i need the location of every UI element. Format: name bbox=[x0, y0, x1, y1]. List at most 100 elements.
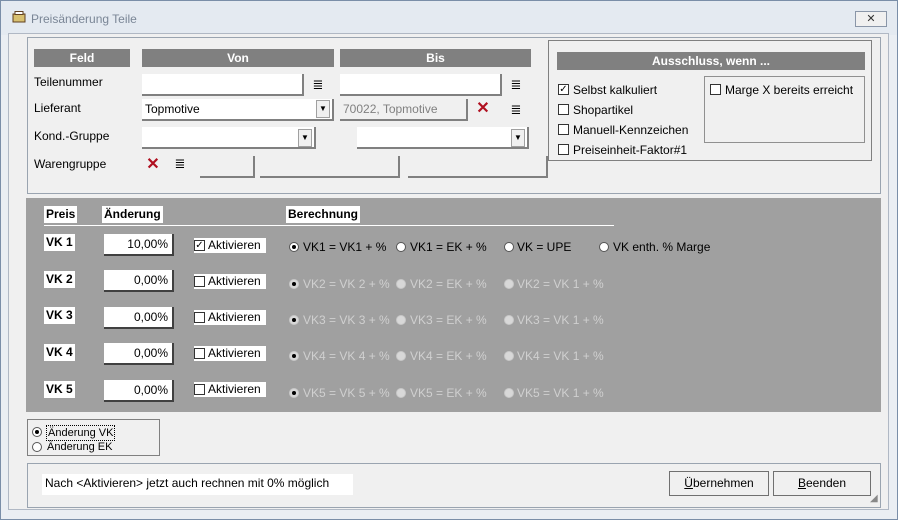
list-icon[interactable]: ≣ bbox=[174, 157, 186, 170]
list-icon[interactable]: ≣ bbox=[510, 78, 522, 91]
warengruppe-field-1[interactable] bbox=[200, 156, 255, 178]
teilenummer-label: Teilenummer bbox=[34, 75, 103, 89]
vk1-opt4-radio[interactable] bbox=[599, 242, 609, 252]
vk3-activate-checkbox[interactable] bbox=[194, 312, 205, 323]
vk5-activate[interactable]: Aktivieren bbox=[194, 382, 266, 397]
chevron-down-icon[interactable]: ▼ bbox=[316, 100, 330, 118]
vk4-activate-checkbox[interactable] bbox=[194, 348, 205, 359]
teilenummer-bis-input[interactable] bbox=[340, 74, 502, 96]
uebernehmen-mnemonic: Ü bbox=[684, 476, 693, 490]
header-von: Von bbox=[142, 49, 334, 67]
vk3-percent-input[interactable]: 0,00% bbox=[104, 307, 174, 329]
vk2-opt3-radio[interactable] bbox=[504, 279, 514, 289]
vk2-opt1-label: VK2 = VK 2 + % bbox=[303, 277, 390, 291]
vk1-opt2-radio[interactable] bbox=[396, 242, 406, 252]
lieferant-bis-input[interactable]: 70022, Topmotive bbox=[340, 99, 468, 121]
vk4-activate[interactable]: Aktivieren bbox=[194, 346, 266, 361]
beenden-button[interactable]: Beenden bbox=[773, 471, 871, 496]
header-separator bbox=[44, 225, 614, 226]
vk5-activate-checkbox[interactable] bbox=[194, 384, 205, 395]
mode-ek-label: Änderung EK bbox=[47, 441, 113, 453]
warengruppe-field-2[interactable] bbox=[260, 156, 400, 178]
vk3-opt3-radio[interactable] bbox=[504, 315, 514, 325]
warengruppe-label: Warengruppe bbox=[34, 157, 107, 171]
selbst-kalkuliert-checkbox[interactable]: ✓ bbox=[558, 84, 569, 95]
vk2-percent-input[interactable]: 0,00% bbox=[104, 270, 174, 292]
vk2-activate-checkbox[interactable] bbox=[194, 276, 205, 287]
vk4-opt1-label: VK4 = VK 4 + % bbox=[303, 349, 390, 363]
lieferant-von-value: Topmotive bbox=[145, 102, 200, 116]
list-icon[interactable]: ≣ bbox=[312, 78, 324, 91]
vk3-opt1-radio[interactable] bbox=[289, 315, 299, 325]
vk1-percent-input[interactable]: 10,00% bbox=[104, 234, 174, 256]
vk3-activate[interactable]: Aktivieren bbox=[194, 310, 266, 325]
vk4-activate-label: Aktivieren bbox=[208, 346, 261, 360]
warengruppe-field-3[interactable] bbox=[408, 156, 548, 178]
vk3-opt3-label: VK3 = VK 1 + % bbox=[517, 313, 604, 327]
col-preis-header: Preis bbox=[44, 206, 78, 223]
lieferant-von-combo[interactable]: Topmotive bbox=[142, 99, 334, 121]
kond-bis-combo[interactable] bbox=[357, 127, 529, 149]
vk3-opt1-label: VK3 = VK 3 + % bbox=[303, 313, 390, 327]
mode-ek-radio[interactable] bbox=[32, 442, 42, 452]
mode-vk-label: Änderung VK bbox=[46, 425, 116, 441]
vk5-percent-input[interactable]: 0,00% bbox=[104, 380, 174, 402]
vk5-opt1-radio[interactable] bbox=[289, 388, 299, 398]
vk1-activate[interactable]: ✓ Aktivieren bbox=[194, 238, 266, 253]
clear-x-icon[interactable]: ✕ bbox=[146, 157, 160, 173]
mode-vk-radio[interactable] bbox=[32, 427, 42, 437]
vk3-activate-label: Aktivieren bbox=[208, 310, 261, 324]
vk1-opt1-radio[interactable] bbox=[289, 242, 299, 252]
vk1-activate-label: Aktivieren bbox=[208, 238, 261, 252]
vk2-activate[interactable]: Aktivieren bbox=[194, 274, 266, 289]
hint-text: Nach <Aktivieren> jetzt auch rechnen mit… bbox=[42, 474, 353, 495]
beenden-mnemonic: B bbox=[797, 476, 806, 490]
lieferant-label: Lieferant bbox=[34, 101, 81, 115]
manuell-kennzeichen-label: Manuell-Kennzeichen bbox=[573, 123, 689, 137]
marge-label: Marge X bereits erreicht bbox=[725, 83, 854, 97]
chevron-down-icon[interactable]: ▼ bbox=[298, 129, 312, 147]
chevron-down-icon[interactable]: ▼ bbox=[511, 129, 525, 147]
beenden-label: eenden bbox=[805, 476, 847, 490]
vk2-opt3-label: VK2 = VK 1 + % bbox=[517, 277, 604, 291]
vk1-opt4-label: VK enth. % Marge bbox=[613, 240, 711, 254]
vk1-activate-checkbox[interactable]: ✓ bbox=[194, 240, 205, 251]
selbst-kalkuliert-label: Selbst kalkuliert bbox=[573, 83, 658, 97]
vk5-opt2-radio[interactable] bbox=[396, 388, 406, 398]
shopartikel-checkbox[interactable] bbox=[558, 104, 569, 115]
vk5-opt1-label: VK5 = VK 5 + % bbox=[303, 386, 390, 400]
window-title: Preisänderung Teile bbox=[31, 12, 137, 26]
vk1-opt3-label: VK = UPE bbox=[517, 240, 572, 254]
vk2-opt1-radio[interactable] bbox=[289, 279, 299, 289]
resize-grip-icon[interactable]: ◢ bbox=[870, 493, 882, 505]
kond-von-combo[interactable] bbox=[142, 127, 316, 149]
close-button[interactable]: ✕ bbox=[855, 11, 887, 27]
kond-gruppe-label: Kond.-Gruppe bbox=[34, 129, 110, 143]
uebernehmen-label: bernehmen bbox=[692, 476, 754, 490]
manuell-kennzeichen-checkbox[interactable] bbox=[558, 124, 569, 135]
vk1-opt3-radio[interactable] bbox=[504, 242, 514, 252]
vk2-opt2-radio[interactable] bbox=[396, 279, 406, 289]
vk4-opt1-radio[interactable] bbox=[289, 351, 299, 361]
vk2-activate-label: Aktivieren bbox=[208, 274, 261, 288]
vk5-opt3-radio[interactable] bbox=[504, 388, 514, 398]
list-icon[interactable]: ≣ bbox=[510, 103, 522, 116]
vk3-opt2-radio[interactable] bbox=[396, 315, 406, 325]
vk5-label: VK 5 bbox=[44, 381, 75, 398]
header-bis: Bis bbox=[340, 49, 531, 67]
vk4-opt3-radio[interactable] bbox=[504, 351, 514, 361]
vk5-activate-label: Aktivieren bbox=[208, 382, 261, 396]
vk4-opt2-radio[interactable] bbox=[396, 351, 406, 361]
marge-checkbox[interactable] bbox=[710, 84, 721, 95]
uebernehmen-button[interactable]: Übernehmen bbox=[669, 471, 769, 496]
app-icon bbox=[12, 11, 26, 23]
vk4-opt2-label: VK4 = EK + % bbox=[410, 349, 487, 363]
vk4-percent-input[interactable]: 0,00% bbox=[104, 343, 174, 365]
col-berechnung-header: Berechnung bbox=[286, 206, 361, 223]
vk1-label: VK 1 bbox=[44, 234, 75, 251]
preiseinheit-checkbox[interactable] bbox=[558, 144, 569, 155]
teilenummer-von-input[interactable] bbox=[142, 74, 304, 96]
clear-x-icon[interactable]: ✕ bbox=[476, 101, 490, 117]
header-feld: Feld bbox=[34, 49, 130, 67]
vk1-opt1-label: VK1 = VK1 + % bbox=[303, 240, 387, 254]
